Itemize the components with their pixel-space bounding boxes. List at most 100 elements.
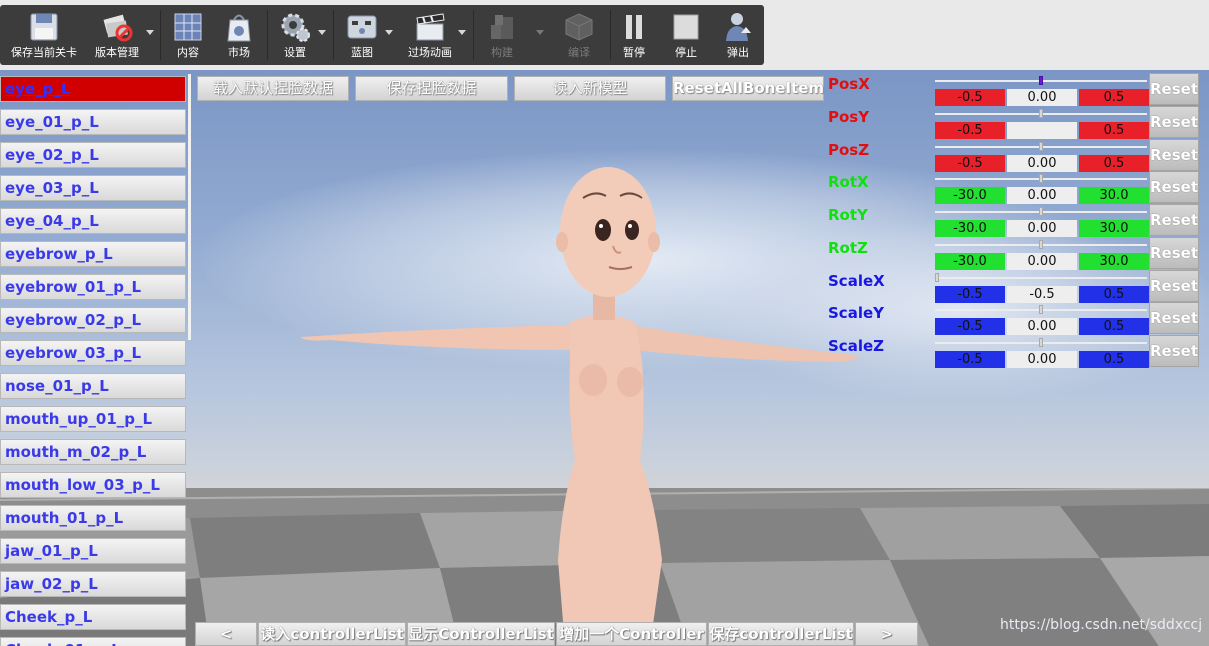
rotz-reset-button[interactable]: Reset	[1149, 236, 1199, 269]
marketplace-button[interactable]: 市场	[216, 5, 262, 65]
posy-reset-button[interactable]: Reset	[1149, 105, 1199, 138]
pause-button[interactable]: 暂停	[614, 5, 654, 65]
scalex-min-field: -0.5	[935, 285, 1005, 303]
bone-item[interactable]: eye_01_p_L	[0, 109, 186, 135]
rotx-reset-button[interactable]: Reset	[1149, 171, 1199, 204]
posx-max-field: 0.5	[1079, 89, 1149, 106]
bone-item[interactable]: eyebrow_01_p_L	[0, 274, 186, 300]
scalez-slider[interactable]	[935, 337, 1147, 349]
bone-item[interactable]: Cheek_01_p_L	[0, 637, 186, 646]
bone-item[interactable]: Cheek_p_L	[0, 604, 186, 630]
slider-thumb[interactable]	[1039, 338, 1043, 347]
bone-item[interactable]: mouth_up_01_p_L	[0, 406, 186, 432]
roty-value-field[interactable]: 0.00	[1007, 220, 1077, 237]
posz-value-field[interactable]: 0.00	[1007, 154, 1077, 172]
load-new-model-button[interactable]: 读入新模型	[514, 76, 666, 101]
save-controller-list-button[interactable]: 保存controllerList	[708, 622, 854, 646]
posz-min-field: -0.5	[935, 154, 1005, 172]
rotz-slider[interactable]	[935, 239, 1147, 251]
slider-thumb[interactable]	[1039, 207, 1043, 216]
bone-list[interactable]: eye_p_L eye_01_p_L eye_02_p_L eye_03_p_Leye…	[0, 74, 190, 646]
bone-item[interactable]: mouth_01_p_L	[0, 505, 186, 531]
save-level-button[interactable]: 保存当前关卡	[5, 5, 83, 65]
scalex-value-field[interactable]: -0.5	[1007, 285, 1077, 303]
cinematics-dropdown-arrow[interactable]	[458, 30, 466, 35]
cinematics-button[interactable]: 过场动画	[400, 5, 460, 65]
roty-max-field: 30.0	[1079, 220, 1149, 237]
bone-item[interactable]: nose_01_p_L	[0, 373, 186, 399]
slider-track[interactable]	[935, 276, 1147, 279]
rotz-value-field[interactable]: 0.00	[1007, 252, 1077, 270]
rotx-min-field: -30.0	[935, 187, 1005, 205]
toolbar-separator	[160, 10, 161, 60]
bone-item[interactable]: eye_03_p_L	[0, 175, 186, 201]
slider-thumb[interactable]	[935, 272, 939, 282]
posz-label: PosZ	[828, 140, 870, 159]
eject-button[interactable]: 弹出	[716, 5, 760, 65]
source-control-button[interactable]: 版本管理	[88, 5, 146, 65]
source-control-dropdown-arrow[interactable]	[146, 30, 154, 35]
posz-slider[interactable]	[935, 141, 1147, 153]
posx-value-field[interactable]: 0.00	[1007, 89, 1077, 106]
bone-item[interactable]: eyebrow_p_L	[0, 241, 186, 267]
slider-thumb[interactable]	[1039, 239, 1043, 249]
content-button[interactable]: 内容	[165, 5, 211, 65]
bone-item[interactable]: eyebrow_02_p_L	[0, 307, 186, 333]
bone-item[interactable]: eye_02_p_L	[0, 142, 186, 168]
scaley-reset-button[interactable]: Reset	[1149, 302, 1199, 335]
posy-slider[interactable]	[935, 108, 1147, 120]
posx-slider[interactable]	[935, 75, 1147, 87]
scaley-value-field[interactable]: 0.00	[1007, 318, 1077, 336]
slider-thumb[interactable]	[1039, 305, 1043, 315]
posy-min-field: -0.5	[935, 121, 1005, 139]
roty-slider[interactable]	[935, 206, 1147, 218]
bone-list-scrollbar[interactable]	[188, 74, 191, 340]
scalez-reset-button[interactable]: Reset	[1149, 335, 1199, 367]
bone-item[interactable]: eyebrow_03_p_L	[0, 340, 186, 366]
scalez-value-field[interactable]: 0.00	[1007, 351, 1077, 368]
blueprints-button[interactable]: 蓝图	[338, 5, 386, 65]
settings-button[interactable]: 设置	[272, 5, 318, 65]
build-dropdown-arrow[interactable]	[536, 30, 544, 35]
posy-value-field[interactable]	[1007, 121, 1077, 139]
posz-reset-button[interactable]: Reset	[1149, 138, 1199, 171]
bone-item[interactable]: jaw_01_p_L	[0, 538, 186, 564]
blueprints-dropdown-arrow[interactable]	[385, 30, 393, 35]
rotx-slider[interactable]	[935, 173, 1147, 185]
character-model[interactable]	[290, 160, 870, 646]
scaley-slider[interactable]	[935, 304, 1147, 316]
scalex-slider[interactable]	[935, 272, 1147, 284]
toolbar-separator	[333, 10, 334, 60]
next-page-button[interactable]: >	[855, 622, 918, 646]
bone-item[interactable]: mouth_m_02_p_L	[0, 439, 186, 465]
bone-item[interactable]: eye_04_p_L	[0, 208, 186, 234]
load-default-face-button[interactable]: 载入默认捏脸数据	[197, 76, 349, 101]
reset-all-bone-item-button[interactable]: ResetAllBoneItem	[672, 76, 824, 101]
compile-button[interactable]: 编译	[553, 5, 605, 65]
rotx-value-field[interactable]: 0.00	[1007, 187, 1077, 205]
add-controller-button[interactable]: 增加一个Controller	[556, 622, 707, 646]
slider-thumb[interactable]	[1039, 141, 1043, 151]
bone-item[interactable]: jaw_02_p_L	[0, 571, 186, 597]
slider-thumb[interactable]	[1039, 76, 1043, 85]
save-face-data-button[interactable]: 保存捏脸数据	[355, 76, 508, 101]
show-controller-list-button[interactable]: 显示ControllerList	[407, 622, 555, 646]
read-controller-list-button[interactable]: 读入controllerList	[258, 622, 406, 646]
build-button[interactable]: 构建	[478, 5, 526, 65]
scalex-max-field: 0.5	[1079, 285, 1149, 303]
roty-reset-button[interactable]: Reset	[1149, 204, 1199, 236]
bone-item[interactable]: eye_p_L	[0, 76, 186, 102]
eject-person-icon	[726, 13, 751, 41]
previous-page-button[interactable]: <	[195, 622, 257, 646]
posx-reset-button[interactable]: Reset	[1149, 73, 1199, 105]
stop-button[interactable]: 停止	[664, 5, 708, 65]
settings-dropdown-arrow[interactable]	[318, 30, 326, 35]
slider-thumb[interactable]	[1039, 108, 1043, 118]
watermark-text: https://blog.csdn.net/sddxccj	[1000, 617, 1203, 633]
slider-thumb[interactable]	[1039, 174, 1043, 184]
posy-label: PosY	[828, 107, 870, 126]
clapperboard-icon	[416, 13, 445, 41]
roty-label: RotY	[828, 206, 868, 224]
bone-item[interactable]: mouth_low_03_p_L	[0, 472, 186, 498]
scalex-reset-button[interactable]: Reset	[1149, 269, 1199, 302]
